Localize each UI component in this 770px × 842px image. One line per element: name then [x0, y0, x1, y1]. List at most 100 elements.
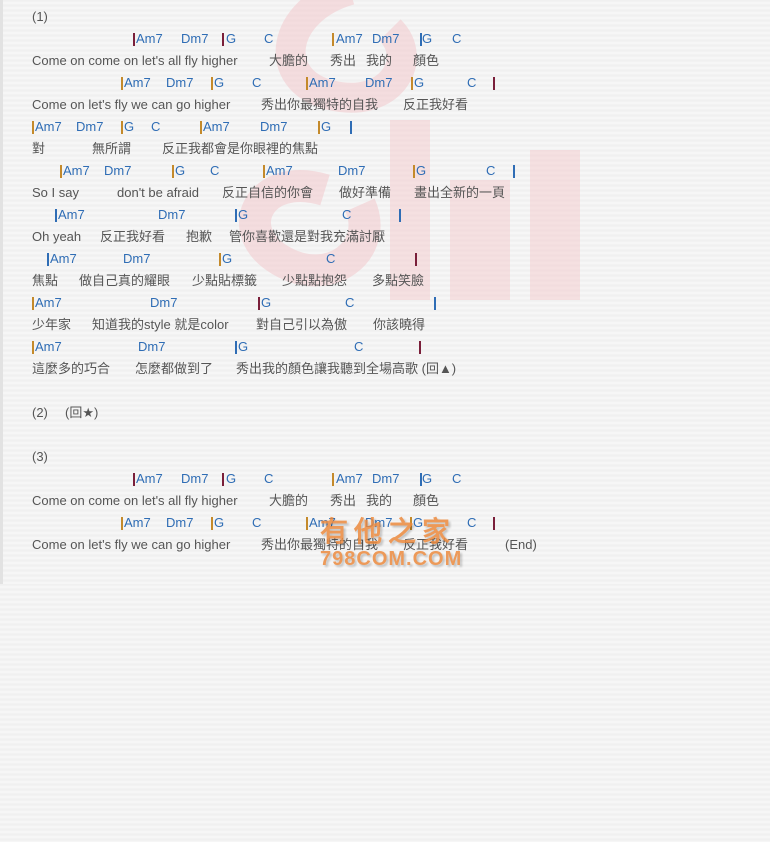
lyric: don't be afraid [117, 185, 199, 200]
chord: Dm7 [365, 515, 393, 530]
lyric: 少點點抱怨 [282, 273, 348, 288]
lyric: 畫出全新的一頁 [414, 185, 506, 200]
lyric: Come on come on let's all fly higher [32, 53, 238, 68]
chord: Dm7 [372, 31, 400, 46]
chord: Dm7 [338, 163, 366, 178]
lyric: Oh yeah [32, 229, 82, 244]
lyric: 大膽的 [269, 493, 309, 508]
chord-line: Am7 Dm7 G C Am7 Dm7 G C [32, 72, 495, 94]
chord: G [238, 207, 249, 222]
lyric: 反正我好看 [403, 97, 469, 112]
bar-line [32, 121, 34, 134]
chord: G [413, 515, 424, 530]
bar-line [306, 517, 308, 530]
lyric: 對 [32, 141, 46, 156]
lyric: 知道我的style 就是color [92, 317, 229, 332]
lyric: 大膽的 [269, 53, 309, 68]
lyric: 多點笑臉 [372, 273, 425, 288]
bar-line [211, 517, 213, 530]
lyric: 秀出 [330, 493, 357, 508]
chord: C [354, 339, 364, 354]
chord: G [321, 119, 332, 134]
lyric-line: Come on let's fly we can go higher 秀出你最獨… [32, 94, 468, 116]
chord-line: Am7 Dm7 G C Am7 Dm7 G C [32, 512, 495, 534]
lyric-line: 這麼多的巧合 怎麼都做到了 秀出我的顏色讓我聽到全場高歌 (回▲) [32, 358, 456, 380]
chord: G [414, 75, 425, 90]
lyric-line: Come on come on let's all fly higher 大膽的… [32, 50, 439, 72]
chord: C [452, 471, 462, 486]
lyric: 做好準備 [339, 185, 392, 200]
chord: Dm7 [158, 207, 186, 222]
bar-line [410, 517, 412, 530]
bar-line [222, 33, 224, 46]
chord: Dm7 [76, 119, 104, 134]
bar-line [235, 341, 237, 354]
lyric: 對自己引以為傲 [256, 317, 348, 332]
section-label-3: (3) [32, 449, 48, 464]
lyric: 我的 [366, 493, 393, 508]
chord: Dm7 [181, 31, 209, 46]
chord: Am7 [124, 75, 151, 90]
chord: G [261, 295, 272, 310]
lyric: 做自己真的耀眼 [79, 273, 171, 288]
bar-line [411, 77, 413, 90]
section-label-1: (1) [32, 9, 48, 24]
chord: Am7 [58, 207, 85, 222]
lyric: 秀出你最獨特的自我 [261, 97, 379, 112]
bar-line [219, 253, 221, 266]
lyric: 少點貼標籤 [192, 273, 258, 288]
chord: C [264, 31, 274, 46]
lyric: 我的 [366, 53, 393, 68]
bar-line [419, 341, 421, 354]
bar-line [60, 165, 62, 178]
chord: G [214, 75, 225, 90]
lyric-line: 對 無所謂 反正我都會是你眼裡的焦點 [32, 138, 318, 160]
chord: G [214, 515, 225, 530]
chord: Am7 [336, 31, 363, 46]
bar-line [306, 77, 308, 90]
lyric: 秀出你最獨特的自我 [261, 537, 379, 552]
chord-line: Am7 Dm7 G C Am7 Dm7 G C [32, 28, 461, 50]
lyric-line: Oh yeah 反正我好看 抱歉 管你喜歡還是對我充滿討厭 [32, 226, 385, 248]
chord: G [422, 31, 433, 46]
chord: Am7 [35, 339, 62, 354]
chord: G [238, 339, 249, 354]
chord-line: Am7 Dm7 G C Am7 Dm7 G [32, 116, 352, 138]
chord: C [342, 207, 352, 222]
chord: Am7 [35, 119, 62, 134]
bar-line [55, 209, 57, 222]
bar-line [32, 341, 34, 354]
chord: Dm7 [104, 163, 132, 178]
bar-line [415, 253, 417, 266]
chord-line: Am7 Dm7 G C Am7 Dm7 G C [32, 468, 461, 490]
lyric: 反正自信的你會 [222, 185, 314, 200]
lyric: 顏色 [413, 493, 440, 508]
lyric-line: So I say don't be afraid 反正自信的你會 做好準備 畫出… [32, 182, 505, 204]
chord: Am7 [336, 471, 363, 486]
bar-line [332, 473, 334, 486]
chord: G [175, 163, 186, 178]
chord: G [422, 471, 433, 486]
chord: Am7 [124, 515, 151, 530]
bar-line [121, 77, 123, 90]
chord: Dm7 [166, 75, 194, 90]
lyric: Come on come on let's all fly higher [32, 493, 238, 508]
chord: Dm7 [150, 295, 178, 310]
bar-line [200, 121, 202, 134]
chord-line: Am7 Dm7 G C [32, 292, 436, 314]
lyric: 反正我好看 [100, 229, 166, 244]
lyric: 秀出 [330, 53, 357, 68]
chord: Dm7 [365, 75, 393, 90]
chord: C [151, 119, 161, 134]
bar-line [47, 253, 49, 266]
bar-line [133, 33, 135, 46]
lyric: 反正我都會是你眼裡的焦點 [162, 141, 319, 156]
bar-line [434, 297, 436, 310]
lyric-line: 少年家 知道我的style 就是color 對自己引以為傲 你該曉得 [32, 314, 425, 336]
chord: Dm7 [138, 339, 166, 354]
lyric: 怎麼都做到了 [135, 361, 214, 376]
chord-line: Am7 Dm7 G C [32, 248, 417, 270]
section-2-line: (2) (回★) [32, 402, 98, 424]
chord-line: Am7 Dm7 G C [32, 204, 401, 226]
lyric: 你該曉得 [373, 317, 426, 332]
